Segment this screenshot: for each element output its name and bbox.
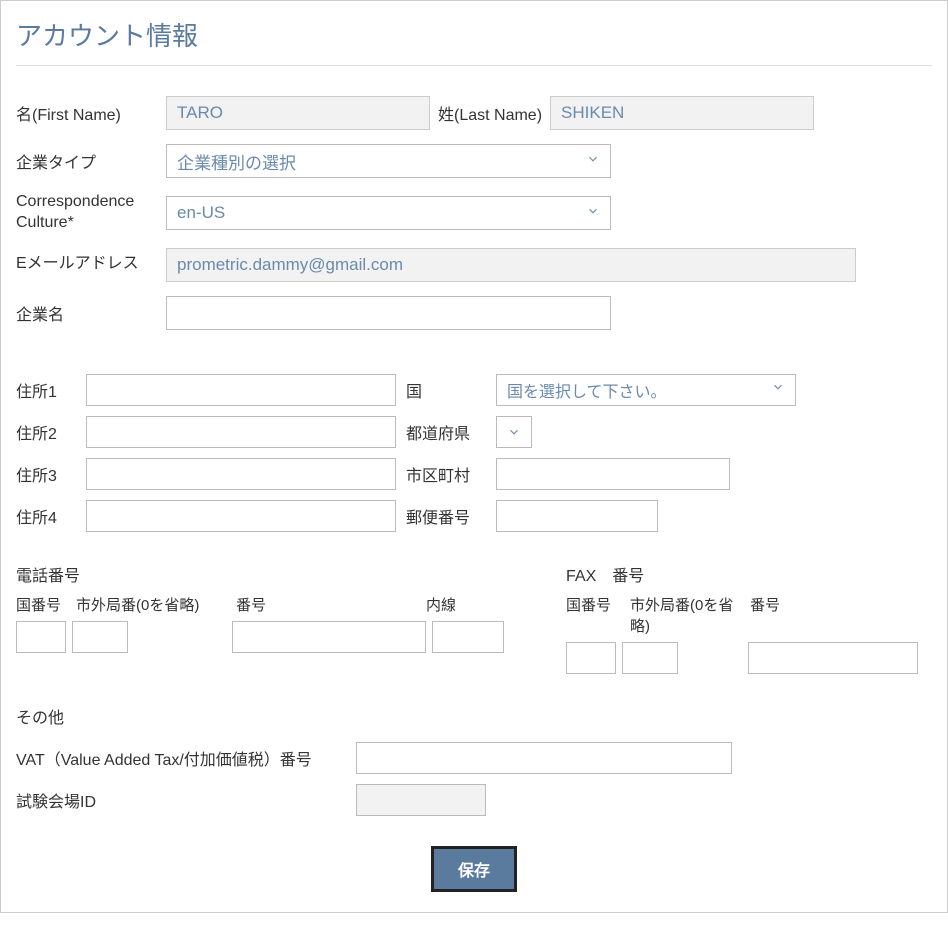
- phone-header: 電話番号: [16, 562, 536, 586]
- phone-area-label: 市外局番(0を省略): [76, 594, 226, 615]
- addr2-field[interactable]: [86, 416, 396, 448]
- company-name-label: 企業名: [16, 301, 166, 325]
- chevron-down-icon: [586, 151, 600, 171]
- venue-id-label: 試験会場ID: [16, 788, 356, 812]
- fax-cc-field[interactable]: [566, 642, 616, 674]
- last-name-label: 姓(Last Name): [438, 101, 542, 125]
- chevron-down-icon: [507, 425, 521, 439]
- vat-label: VAT（Value Added Tax/付加価値税）番号: [16, 746, 356, 770]
- chevron-down-icon: [771, 380, 785, 399]
- culture-label: Correspondence Culture*: [16, 192, 166, 234]
- phone-num-field[interactable]: [232, 621, 426, 653]
- addr4-label: 住所4: [16, 504, 76, 528]
- page-title: アカウント情報: [16, 16, 932, 53]
- company-type-select[interactable]: 企業種別の選択: [166, 144, 611, 178]
- company-name-field[interactable]: [166, 296, 611, 330]
- prefecture-label: 都道府県: [406, 420, 486, 444]
- fax-area-field[interactable]: [622, 642, 678, 674]
- fax-num-field[interactable]: [748, 642, 918, 674]
- divider: [16, 65, 932, 66]
- vat-field[interactable]: [356, 742, 732, 774]
- addr3-field[interactable]: [86, 458, 396, 490]
- country-select[interactable]: 国を選択して下さい。: [496, 374, 796, 406]
- last-name-field[interactable]: [550, 96, 814, 130]
- phone-ext-field[interactable]: [432, 621, 504, 653]
- country-label: 国: [406, 378, 486, 402]
- phone-cc-label: 国番号: [16, 594, 66, 615]
- fax-num-label: 番号: [750, 594, 780, 636]
- culture-select[interactable]: en-US: [166, 196, 611, 230]
- postal-field[interactable]: [496, 500, 658, 532]
- addr1-field[interactable]: [86, 374, 396, 406]
- prefecture-select[interactable]: [496, 416, 532, 448]
- fax-cc-label: 国番号: [566, 594, 620, 636]
- company-type-label: 企業タイプ: [16, 149, 166, 173]
- culture-value: en-US: [177, 203, 225, 223]
- email-label: Eメールアドレス: [16, 254, 166, 275]
- city-label: 市区町村: [406, 462, 486, 486]
- email-field[interactable]: [166, 248, 856, 282]
- fax-header: FAX 番号: [566, 562, 932, 586]
- country-placeholder: 国を選択して下さい。: [507, 378, 667, 402]
- city-field[interactable]: [496, 458, 730, 490]
- phone-num-label: 番号: [236, 594, 416, 615]
- chevron-down-icon: [586, 203, 600, 223]
- addr1-label: 住所1: [16, 378, 76, 402]
- fax-area-label: 市外局番(0を省略): [630, 594, 740, 636]
- save-button[interactable]: 保存: [431, 846, 517, 892]
- first-name-field[interactable]: [166, 96, 430, 130]
- other-header: その他: [16, 704, 932, 728]
- venue-id-field[interactable]: [356, 784, 486, 816]
- first-name-label: 名(First Name): [16, 101, 166, 125]
- postal-label: 郵便番号: [406, 504, 486, 528]
- phone-ext-label: 内線: [426, 594, 476, 615]
- company-type-value: 企業種別の選択: [177, 149, 296, 174]
- addr3-label: 住所3: [16, 462, 76, 486]
- addr4-field[interactable]: [86, 500, 396, 532]
- phone-cc-field[interactable]: [16, 621, 66, 653]
- addr2-label: 住所2: [16, 420, 76, 444]
- phone-area-field[interactable]: [72, 621, 128, 653]
